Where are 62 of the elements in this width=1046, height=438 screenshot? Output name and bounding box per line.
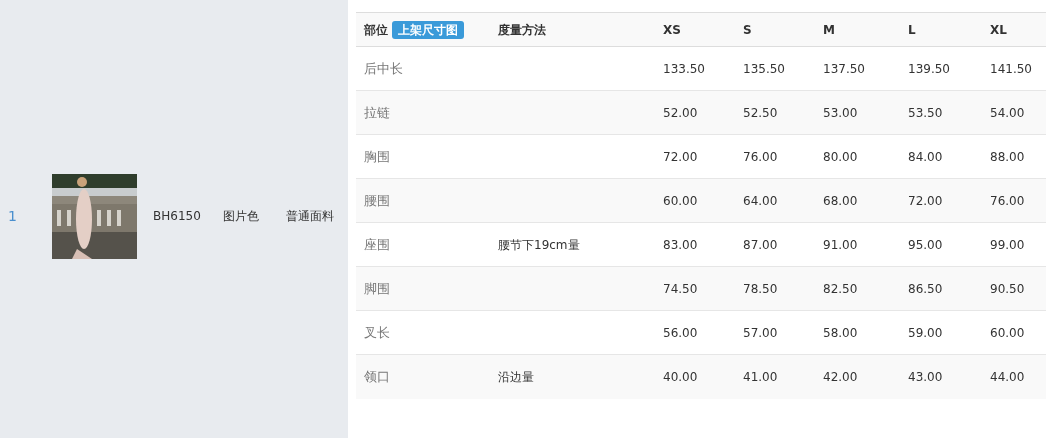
size-value: 137.50 — [823, 61, 865, 76]
size-value: 133.50 — [663, 61, 705, 76]
size-value: 57.00 — [743, 325, 778, 340]
part-name: 叉长 — [364, 324, 390, 340]
size-value: 87.00 — [743, 237, 778, 252]
size-value: 141.50 — [990, 61, 1032, 76]
size-value: 41.00 — [743, 369, 778, 384]
size-value: 53.50 — [908, 105, 943, 120]
size-value: 60.00 — [663, 193, 698, 208]
size-value: 72.00 — [663, 149, 698, 164]
size-value: 99.00 — [990, 237, 1025, 252]
size-value: 84.00 — [908, 149, 943, 164]
part-name: 胸围 — [364, 148, 390, 164]
column-header: XS — [663, 22, 681, 37]
column-header: 度量方法 — [498, 22, 546, 37]
part-name: 脚围 — [364, 280, 390, 296]
method-text: 沿边量 — [498, 369, 534, 384]
size-value: 76.00 — [990, 193, 1025, 208]
row-number: 1 — [7, 206, 18, 226]
size-value: 64.00 — [743, 193, 778, 208]
method-text: 腰节下19cm量 — [498, 237, 580, 252]
product-code: BH6150 — [153, 208, 202, 225]
column-header: S — [743, 22, 752, 37]
column-header: 部位 — [364, 22, 388, 37]
size-value: 72.00 — [908, 193, 943, 208]
size-value: 90.50 — [990, 281, 1025, 296]
part-name: 座围 — [364, 236, 390, 252]
size-value: 95.00 — [908, 237, 943, 252]
size-value: 86.50 — [908, 281, 943, 296]
size-value: 135.50 — [743, 61, 785, 76]
fabric-name: 普通面料 — [286, 208, 334, 225]
size-value: 139.50 — [908, 61, 950, 76]
size-value: 42.00 — [823, 369, 858, 384]
size-value: 54.00 — [990, 105, 1025, 120]
part-name: 拉链 — [364, 104, 390, 120]
size-value: 91.00 — [823, 237, 858, 252]
size-value: 56.00 — [663, 325, 698, 340]
size-value: 83.00 — [663, 237, 698, 252]
size-value: 68.00 — [823, 193, 858, 208]
part-name: 领口 — [364, 369, 390, 384]
size-value: 74.50 — [663, 281, 698, 296]
size-value: 52.00 — [663, 105, 698, 120]
size-value: 60.00 — [990, 325, 1025, 340]
size-chart-button[interactable]: 上架尺寸图 — [392, 20, 464, 39]
size-value: 80.00 — [823, 149, 858, 164]
size-value: 53.00 — [823, 105, 858, 120]
size-value: 76.00 — [743, 149, 778, 164]
size-value: 78.50 — [743, 281, 778, 296]
size-value: 52.50 — [743, 105, 778, 120]
size-value: 58.00 — [823, 325, 858, 340]
size-value: 82.50 — [823, 281, 858, 296]
column-header: L — [908, 22, 916, 37]
color-name: 图片色 — [223, 208, 260, 225]
part-name: 后中长 — [364, 60, 403, 76]
size-value: 44.00 — [990, 369, 1025, 384]
column-header: XL — [990, 22, 1007, 37]
size-value: 43.00 — [908, 369, 943, 384]
column-header: M — [823, 22, 835, 37]
part-name: 腰围 — [364, 192, 390, 208]
size-value: 88.00 — [990, 149, 1025, 164]
size-value: 40.00 — [663, 369, 698, 384]
size-value: 59.00 — [908, 325, 943, 340]
